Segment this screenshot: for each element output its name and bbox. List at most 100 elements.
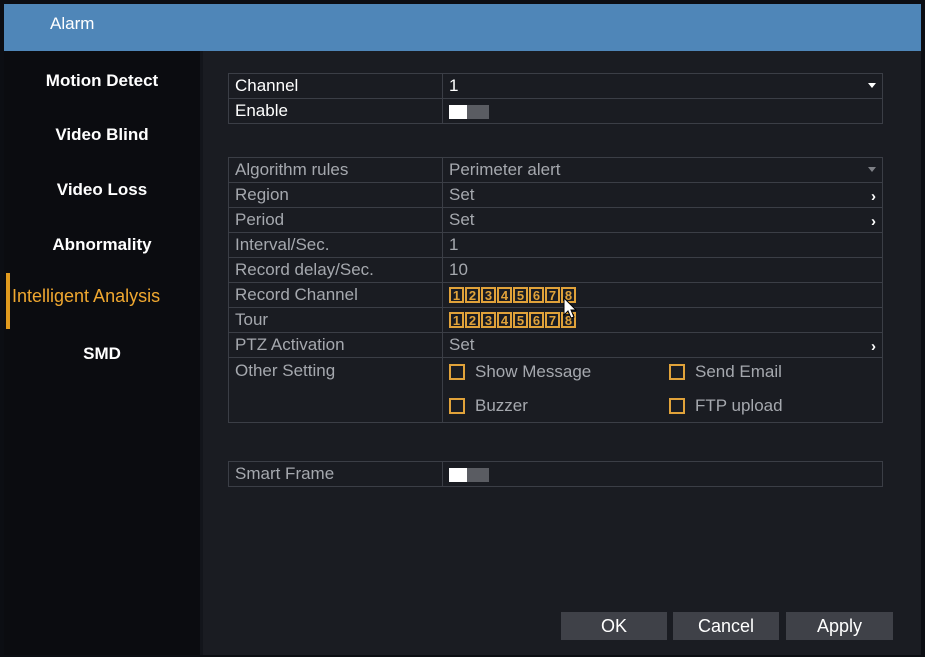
channel-label: Channel <box>228 73 443 99</box>
tour-channel-2[interactable]: 2 <box>465 312 480 328</box>
sidebar-item-label: SMD <box>83 344 121 363</box>
smart-frame-cell <box>442 461 883 487</box>
other-setting-cell: Show Message Send Email Buzzer FTP uploa… <box>442 357 883 423</box>
interval-input[interactable]: 1 <box>442 232 883 258</box>
algorithm-label: Algorithm rules <box>228 157 443 183</box>
sidebar-item-label: Intelligent Analysis <box>12 285 161 306</box>
channel-row: Channel 1 <box>228 73 883 99</box>
ptz-value: Set <box>449 335 475 354</box>
sidebar-item-video-blind[interactable]: Video Blind <box>4 112 200 158</box>
region-set-button[interactable]: Set › <box>442 182 883 208</box>
ptz-label: PTZ Activation <box>228 332 443 358</box>
tour-channel-6[interactable]: 6 <box>529 312 544 328</box>
region-row: Region Set › <box>228 182 883 208</box>
other-setting-row: Other Setting Show Message Send Email Bu… <box>228 357 883 423</box>
sidebar-item-label: Abnormality <box>52 235 152 254</box>
checkbox-icon <box>449 398 465 414</box>
show-message-checkbox[interactable]: Show Message <box>449 362 591 382</box>
sidebar-item-motion-detect[interactable]: Motion Detect <box>4 58 200 104</box>
region-value: Set <box>449 185 475 204</box>
sidebar-item-smd[interactable]: SMD <box>4 331 200 377</box>
settings-panel: Channel 1 Enable Algorithm rules Perimet… <box>203 51 921 655</box>
send-email-label: Send Email <box>695 362 782 381</box>
cancel-button[interactable]: Cancel <box>673 612 779 640</box>
apply-button[interactable]: Apply <box>786 612 893 640</box>
algorithm-value: Perimeter alert <box>449 160 561 179</box>
ptz-set-button[interactable]: Set › <box>442 332 883 358</box>
period-label: Period <box>228 207 443 233</box>
buzzer-checkbox[interactable]: Buzzer <box>449 396 528 416</box>
record-channel-row: Record Channel 1 2 3 4 5 6 7 8 <box>228 282 883 308</box>
show-message-label: Show Message <box>475 362 592 381</box>
period-value: Set <box>449 210 475 229</box>
region-label: Region <box>228 182 443 208</box>
ok-button[interactable]: OK <box>561 612 667 640</box>
smart-frame-toggle[interactable] <box>449 467 489 482</box>
toggle-knob <box>449 467 467 482</box>
sidebar: Motion Detect Video Blind Video Loss Abn… <box>4 51 200 655</box>
record-channel-4[interactable]: 4 <box>497 287 512 303</box>
chevron-down-icon <box>868 167 876 172</box>
tour-channel-3[interactable]: 3 <box>481 312 496 328</box>
sidebar-item-video-loss[interactable]: Video Loss <box>4 167 200 213</box>
smart-frame-row: Smart Frame <box>228 461 883 487</box>
record-channel-1[interactable]: 1 <box>449 287 464 303</box>
buzzer-label: Buzzer <box>475 396 528 415</box>
checkbox-icon <box>669 364 685 380</box>
ftp-upload-checkbox[interactable]: FTP upload <box>669 396 783 416</box>
algorithm-row: Algorithm rules Perimeter alert <box>228 157 883 183</box>
channel-select[interactable]: 1 <box>442 73 883 99</box>
window-title: Alarm <box>50 14 95 33</box>
tour-label: Tour <box>228 307 443 333</box>
chevron-right-icon: › <box>871 213 876 230</box>
enable-cell <box>442 98 883 124</box>
checkbox-icon <box>669 398 685 414</box>
sidebar-item-label: Video Blind <box>55 125 149 144</box>
record-channel-label: Record Channel <box>228 282 443 308</box>
rules-table: Algorithm rules Perimeter alert Region S… <box>228 157 883 423</box>
algorithm-select[interactable]: Perimeter alert <box>442 157 883 183</box>
channel-value: 1 <box>449 76 459 95</box>
enable-toggle[interactable] <box>449 104 489 119</box>
sidebar-item-intelligent-analysis[interactable]: Intelligent Analysis <box>4 273 200 329</box>
title-bar: Alarm <box>4 4 921 51</box>
chevron-right-icon: › <box>871 188 876 205</box>
period-row: Period Set › <box>228 207 883 233</box>
smart-frame-table: Smart Frame <box>228 461 883 487</box>
other-setting-label: Other Setting <box>228 357 443 423</box>
chevron-down-icon <box>868 83 876 88</box>
send-email-checkbox[interactable]: Send Email <box>669 362 782 382</box>
mouse-cursor-icon <box>563 297 578 319</box>
enable-label: Enable <box>228 98 443 124</box>
smart-frame-label: Smart Frame <box>228 461 443 487</box>
record-delay-row: Record delay/Sec. 10 <box>228 257 883 283</box>
chevron-right-icon: › <box>871 338 876 355</box>
tour-row: Tour 1 2 3 4 5 6 7 8 <box>228 307 883 333</box>
tour-channel-7[interactable]: 7 <box>545 312 560 328</box>
record-channel-3[interactable]: 3 <box>481 287 496 303</box>
record-channel-cell: 1 2 3 4 5 6 7 8 <box>442 282 883 308</box>
sidebar-item-abnormality[interactable]: Abnormality <box>4 222 200 268</box>
sidebar-item-label: Video Loss <box>56 180 148 199</box>
tour-cell: 1 2 3 4 5 6 7 8 <box>442 307 883 333</box>
record-channel-7[interactable]: 7 <box>545 287 560 303</box>
interval-row: Interval/Sec. 1 <box>228 232 883 258</box>
ptz-row: PTZ Activation Set › <box>228 332 883 358</box>
interval-label: Interval/Sec. <box>228 232 443 258</box>
tour-channel-1[interactable]: 1 <box>449 312 464 328</box>
record-channel-5[interactable]: 5 <box>513 287 528 303</box>
alarm-window: Alarm Motion Detect Video Blind Video Lo… <box>4 4 921 655</box>
checkbox-icon <box>449 364 465 380</box>
tour-channel-5[interactable]: 5 <box>513 312 528 328</box>
record-channel-2[interactable]: 2 <box>465 287 480 303</box>
sidebar-item-label: Motion Detect <box>45 71 159 90</box>
ftp-upload-label: FTP upload <box>695 396 783 415</box>
record-delay-label: Record delay/Sec. <box>228 257 443 283</box>
tour-channel-4[interactable]: 4 <box>497 312 512 328</box>
enable-row: Enable <box>228 98 883 124</box>
period-set-button[interactable]: Set › <box>442 207 883 233</box>
record-channel-6[interactable]: 6 <box>529 287 544 303</box>
channel-table: Channel 1 Enable <box>228 73 883 124</box>
record-delay-input[interactable]: 10 <box>442 257 883 283</box>
toggle-knob <box>449 104 467 119</box>
